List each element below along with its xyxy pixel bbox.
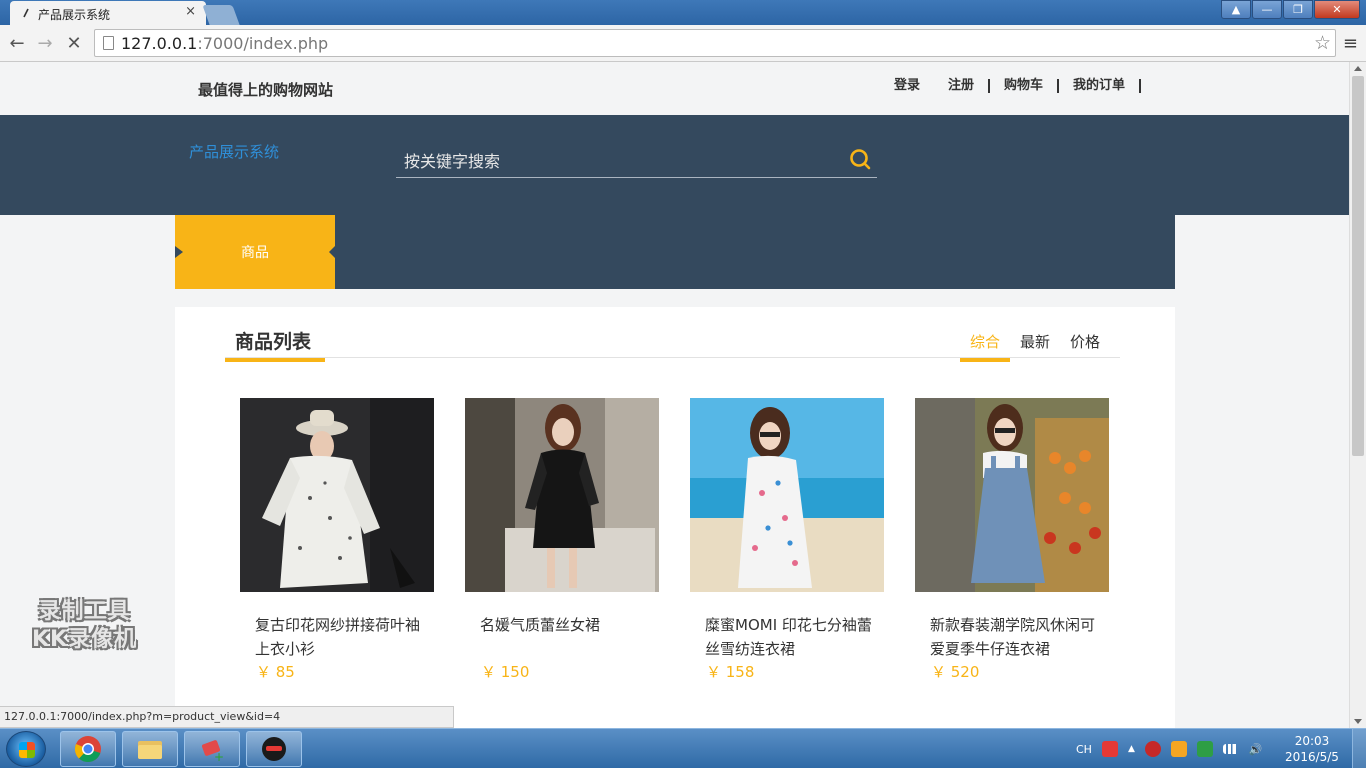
search-input[interactable] [404,149,824,173]
product-name[interactable]: 糜蜜MOMI 印花七分袖蕾丝雪纺连衣裙 [690,613,884,661]
product-price: ￥ 520 [931,663,980,681]
site-topbar: 最值得上的购物网站 登录 注册 购物车 我的订单 [0,62,1349,115]
main-nav: 商品 [175,215,1175,289]
site-slogan: 最值得上的购物网站 [198,81,334,99]
product-image[interactable] [240,398,434,592]
product-name[interactable]: 复古印花网纱拼接荷叶袖上衣小衫 [240,613,434,661]
product-price: ￥ 85 [256,663,295,681]
page-icon [103,36,114,50]
recorder-icon [262,737,286,761]
browser-toolbar: ← → ✕ 127.0.0.1:7000/index.php ☆ ≡ [0,25,1366,62]
nav-item-label: 商品 [241,245,269,261]
tray-expand-icon[interactable]: ▲ [1128,744,1135,754]
taskbar-app[interactable]: + [184,731,240,767]
url-path: :7000/index.php [197,34,329,53]
stop-loading-icon[interactable]: ✕ [62,31,86,55]
site-header: 产品展示系统 [0,115,1349,215]
section-header: 商品列表 综合 最新 价格 [225,327,1120,362]
cart-link[interactable]: 购物车 [990,79,1060,93]
recorder-watermark: 录制工具 KK录像机 [32,598,137,654]
product-card[interactable]: 复古印花网纱拼接荷叶袖上衣小衫 ￥ 85 [240,398,434,682]
product-image[interactable] [915,398,1109,592]
product-image[interactable] [690,398,884,592]
restore-button[interactable]: ❐ [1283,0,1313,19]
product-name[interactable]: 新款春装潮学院风休闲可爱夏季牛仔连衣裙 [915,613,1109,661]
windows-taskbar: + CH ▲ 🔊 20:03 2016/5/5 [0,728,1366,768]
watermark-line-1: 录制工具 [38,599,131,624]
nav-item-products[interactable]: 商品 [175,215,335,289]
status-url-bubble: 127.0.0.1:7000/index.php?m=product_view&… [0,706,454,728]
taskbar-chrome[interactable] [60,731,116,767]
folder-icon [138,741,162,759]
clock-date: 2016/5/5 [1285,750,1339,764]
qq-icon[interactable] [1170,741,1187,757]
address-url[interactable]: 127.0.0.1:7000/index.php [121,34,328,53]
product-card[interactable]: 新款春装潮学院风休闲可爱夏季牛仔连衣裙 ￥ 520 [915,398,1109,682]
window-controls: ▲ — ❐ ✕ [1221,0,1360,19]
nav-notch-left [175,246,183,258]
svg-text:+: + [214,750,224,762]
sort-tab-price[interactable]: 价格 [1060,331,1110,362]
browser-menu-icon[interactable]: ≡ [1343,33,1358,54]
scroll-down-icon[interactable] [1354,719,1362,724]
ime-indicator[interactable]: CH [1076,743,1092,756]
tab-close-icon[interactable]: × [185,4,196,19]
sort-tab-comprehensive[interactable]: 综合 [959,331,1010,362]
app-tray-icon[interactable] [1196,741,1213,757]
close-window-button[interactable]: ✕ [1314,0,1360,19]
product-card[interactable]: 糜蜜MOMI 印花七分袖蕾丝雪纺连衣裙 ￥ 158 [690,398,884,682]
show-desktop-button[interactable] [1352,729,1366,768]
product-price: ￥ 150 [481,663,530,681]
tab-title: 产品展示系统 [38,8,111,22]
network-icon[interactable] [1222,744,1239,754]
browser-tab-active[interactable]: 产品展示系统 × [10,1,206,25]
minimize-button[interactable]: — [1252,0,1282,19]
sort-tabs: 综合 最新 价格 [959,331,1110,362]
volume-icon[interactable]: 🔊 [1249,743,1263,756]
product-name[interactable]: 名媛气质蕾丝女裙 [465,613,659,661]
user-icon[interactable]: ▲ [1221,0,1251,19]
taskbar-clock[interactable]: 20:03 2016/5/5 [1284,733,1340,765]
bookmark-star-icon[interactable]: ☆ [1314,32,1331,54]
top-links: 登录 注册 购物车 我的订单 [880,79,1142,93]
section-title: 商品列表 [225,327,325,362]
page-favicon-icon [23,8,29,18]
address-bar[interactable]: 127.0.0.1:7000/index.php ☆ [94,29,1336,57]
login-link[interactable]: 登录 [880,79,934,93]
forward-icon[interactable]: → [33,31,57,55]
new-tab-button[interactable] [202,5,240,25]
security-icon[interactable] [1144,741,1161,757]
product-image[interactable] [465,398,659,592]
product-price: ￥ 158 [706,663,755,681]
page-scrollbar[interactable] [1349,62,1366,728]
page-viewport: 最值得上的购物网站 登录 注册 购物车 我的订单 产品展示系统 商品 商品列表 [0,62,1349,728]
start-button[interactable] [6,731,46,767]
register-link[interactable]: 注册 [934,79,991,93]
taskbar-recorder[interactable] [246,731,302,767]
system-tray: CH ▲ 🔊 [1076,729,1263,768]
scroll-up-icon[interactable] [1354,66,1362,71]
nav-notch-right [329,246,335,258]
clock-time: 20:03 [1294,734,1330,748]
product-list-panel: 商品列表 综合 最新 价格 复古印花网纱拼接荷叶袖上衣小衫 ￥ 85 名媛气质蕾… [175,307,1175,728]
search-icon[interactable] [849,148,871,170]
browser-titlebar: 产品展示系统 × ▲ — ❐ ✕ [0,0,1366,25]
watermark-line-2: KK录像机 [32,627,138,652]
back-icon[interactable]: ← [5,31,29,55]
my-orders-link[interactable]: 我的订单 [1059,79,1142,93]
eraser-icon: + [201,740,224,762]
sogou-icon[interactable] [1101,741,1118,757]
scrollbar-thumb[interactable] [1352,76,1364,456]
taskbar-explorer[interactable] [122,731,178,767]
windows-logo-icon [19,742,35,758]
sort-tab-newest[interactable]: 最新 [1010,331,1060,362]
search-box [396,145,877,178]
product-grid: 复古印花网纱拼接荷叶袖上衣小衫 ￥ 85 名媛气质蕾丝女裙 ￥ 150 糜蜜MO… [240,398,1109,682]
chrome-icon [74,736,101,763]
product-card[interactable]: 名媛气质蕾丝女裙 ￥ 150 [465,398,659,682]
url-host: 127.0.0.1 [121,34,198,53]
site-logo[interactable]: 产品展示系统 [189,141,279,162]
